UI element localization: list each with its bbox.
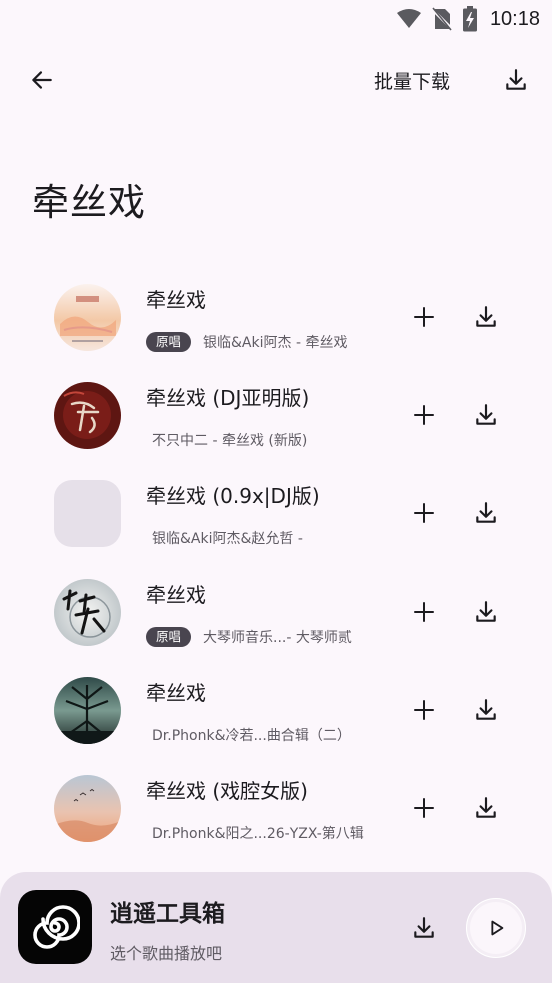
song-title: 牵丝戏	[146, 680, 206, 705]
album-cover	[54, 774, 121, 842]
album-cover	[54, 676, 121, 744]
download-button[interactable]	[462, 588, 510, 636]
status-icons: 10:18	[396, 5, 540, 33]
add-button[interactable]	[400, 293, 448, 341]
play-icon	[485, 917, 507, 939]
original-badge: 原唱	[146, 626, 192, 647]
add-button[interactable]	[400, 784, 448, 832]
song-artist: 银临&Aki阿杰 - 牵丝戏	[203, 335, 348, 351]
download-button[interactable]	[462, 391, 510, 439]
download-icon	[473, 402, 499, 428]
song-subtitle: 原唱 银临&Aki阿杰 - 牵丝戏	[146, 330, 347, 354]
song-list-item[interactable]: 牵丝戏 原唱 银临&Aki阿杰 - 牵丝戏	[0, 262, 552, 360]
plus-icon	[412, 501, 436, 525]
song-title: 牵丝戏 (0.9x|DJ版)	[146, 484, 320, 509]
download-icon	[473, 500, 499, 526]
add-button[interactable]	[400, 588, 448, 636]
battery-charging-icon	[462, 6, 478, 32]
plus-icon	[412, 796, 436, 820]
song-subtitle: Dr.Phonk&阳之...26-YZX-第八辑	[146, 821, 364, 845]
add-button[interactable]	[400, 489, 448, 537]
song-list: 牵丝戏 原唱 银临&Aki阿杰 - 牵丝戏 牵丝戏 (DJ亚明版) 不只中二 -…	[0, 262, 552, 851]
song-title: 牵丝戏	[146, 288, 206, 312]
song-title: 牵丝戏	[146, 582, 206, 607]
album-cover-placeholder	[54, 480, 121, 548]
plus-icon	[412, 403, 436, 427]
back-button[interactable]	[18, 56, 66, 104]
player-subtitle: 选个歌曲播放吧	[110, 944, 223, 963]
status-bar: 10:18	[0, 0, 552, 38]
song-artist: Dr.Phonk&阳之...26-YZX-第八辑	[152, 825, 364, 842]
batch-download-button[interactable]: 批量下载	[364, 60, 460, 100]
spiral-logo-icon	[18, 890, 92, 964]
song-artist: 大琴师音乐...- 大琴师贰	[203, 629, 352, 646]
album-cover	[54, 284, 121, 351]
download-icon	[473, 795, 499, 821]
player-title: 逍遥工具箱	[110, 901, 225, 927]
plus-icon	[412, 698, 436, 722]
song-artist: 银临&Aki阿杰&赵允哲 -	[152, 531, 303, 548]
no-sim-icon	[431, 7, 452, 31]
download-icon	[473, 599, 499, 625]
download-icon	[411, 915, 437, 941]
play-button[interactable]	[466, 898, 526, 958]
song-list-item[interactable]: 牵丝戏 (戏腔女版) Dr.Phonk&阳之...26-YZX-第八辑	[0, 753, 552, 851]
status-time: 10:18	[489, 7, 540, 30]
top-app-bar: 批量下载	[0, 52, 552, 108]
plus-icon	[412, 305, 436, 329]
song-subtitle: 不只中二 - 牵丝戏 (新版)	[146, 428, 307, 452]
player-download-button[interactable]	[400, 904, 448, 952]
add-button[interactable]	[400, 686, 448, 734]
download-button[interactable]	[462, 489, 510, 537]
song-subtitle: 银临&Aki阿杰&赵允哲 -	[146, 526, 303, 550]
add-button[interactable]	[400, 391, 448, 439]
album-cover	[54, 382, 121, 450]
song-list-item[interactable]: 牵丝戏 (DJ亚明版) 不只中二 - 牵丝戏 (新版)	[0, 360, 552, 458]
original-badge: 原唱	[146, 332, 192, 352]
song-list-item[interactable]: 牵丝戏 (0.9x|DJ版) 银临&Aki阿杰&赵允哲 -	[0, 458, 552, 556]
song-subtitle: 原唱 大琴师音乐...- 大琴师贰	[146, 625, 352, 649]
download-button[interactable]	[462, 293, 510, 341]
album-cover	[54, 578, 121, 646]
download-icon	[473, 304, 499, 330]
song-list-item[interactable]: 牵丝戏 原唱 大琴师音乐...- 大琴师贰	[0, 557, 552, 655]
download-icon	[503, 67, 529, 93]
song-subtitle: Dr.Phonk&冷若...曲合辑（二）	[146, 723, 351, 747]
plus-icon	[412, 600, 436, 624]
song-title: 牵丝戏 (戏腔女版)	[146, 778, 308, 803]
download-button[interactable]	[462, 686, 510, 734]
song-artist: Dr.Phonk&冷若...曲合辑（二）	[152, 727, 351, 744]
song-artist: 不只中二 - 牵丝戏 (新版)	[152, 433, 308, 450]
download-icon	[473, 697, 499, 723]
page-title: 牵丝戏	[32, 181, 146, 224]
download-button[interactable]	[462, 784, 510, 832]
wifi-icon	[396, 8, 422, 30]
mini-player[interactable]: 逍遥工具箱 选个歌曲播放吧	[0, 872, 552, 983]
song-list-item[interactable]: 牵丝戏 Dr.Phonk&冷若...曲合辑（二）	[0, 655, 552, 753]
song-title: 牵丝戏 (DJ亚明版)	[146, 386, 310, 411]
download-all-button[interactable]	[492, 56, 540, 104]
arrow-left-icon	[29, 67, 55, 93]
